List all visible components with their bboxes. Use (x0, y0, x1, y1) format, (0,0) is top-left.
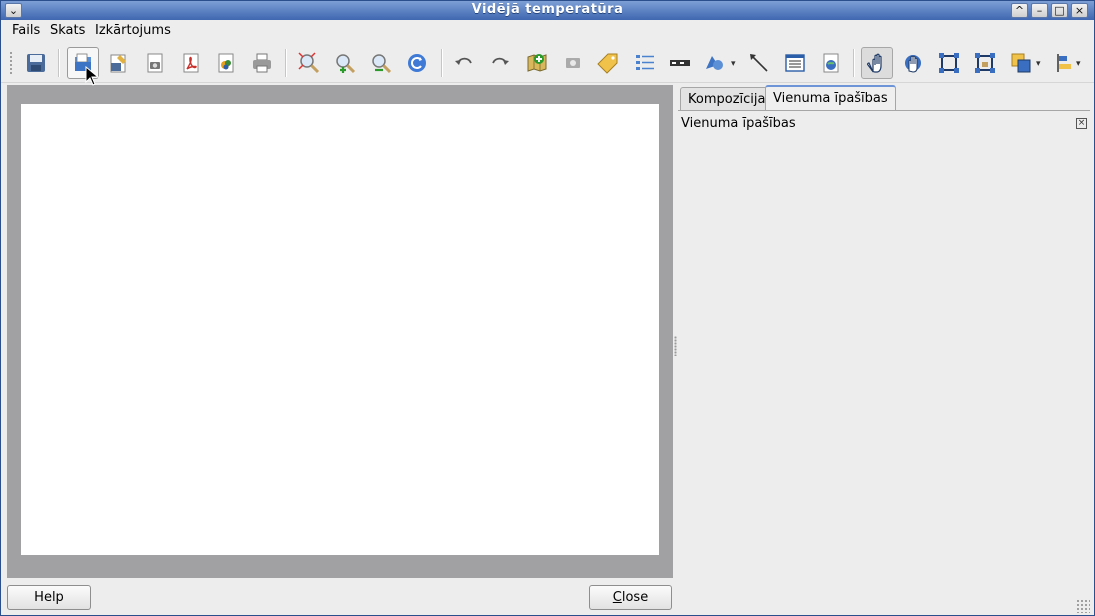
menu-izkartojums[interactable]: Izkārtojums (95, 23, 171, 38)
zoom-out-icon (372, 54, 392, 74)
toolbar-separator (58, 49, 60, 77)
toolbar: ▾ ▾ ▾ (1, 43, 1094, 83)
menu-fails[interactable]: Fails (12, 23, 40, 38)
select-move-button[interactable] (861, 47, 893, 79)
add-html-button[interactable] (815, 47, 847, 79)
add-label-button[interactable] (592, 47, 624, 79)
refresh-icon (408, 54, 426, 72)
tab-kompozicija[interactable]: Kompozīcija (680, 87, 774, 111)
export-svg-button[interactable] (210, 47, 242, 79)
window-close-button[interactable]: × (1071, 3, 1088, 18)
toolbar-grip[interactable] (9, 51, 13, 75)
add-scalebar-icon (670, 60, 690, 66)
add-map-button[interactable] (521, 47, 553, 79)
zoom-full-icon (298, 52, 320, 74)
move-content-button[interactable] (897, 47, 929, 79)
print-button[interactable] (246, 47, 278, 79)
right-dock: Kompozīcija Vienuma īpašības Vienuma īpa… (678, 85, 1090, 605)
composition-canvas[interactable] (7, 85, 673, 578)
export-svg-icon (218, 53, 234, 73)
add-image-button[interactable] (557, 47, 589, 79)
chevron-down-icon[interactable]: ▾ (1076, 59, 1081, 69)
ungroup-icon (975, 53, 995, 73)
add-arrow-button[interactable] (743, 47, 775, 79)
mouse-cursor-icon (85, 66, 99, 86)
zoom-out-button[interactable] (365, 47, 397, 79)
zoom-full-button[interactable] (293, 47, 325, 79)
close-label-rest: lose (621, 590, 649, 605)
save-icon (27, 54, 45, 72)
export-image-button[interactable] (139, 47, 171, 79)
add-image-icon (566, 58, 580, 68)
raise-lower-icon (1011, 53, 1031, 73)
zoom-in-button[interactable] (329, 47, 361, 79)
chevron-up-icon: ^ (1014, 4, 1025, 17)
window-title: Vidējā temperatūra (471, 2, 624, 17)
help-button[interactable]: Help (7, 585, 91, 610)
toolbar-separator (285, 49, 287, 77)
menu-bar: Fails Skats Izkārtojums (1, 20, 1094, 42)
minimize-icon: – (1036, 4, 1043, 17)
add-legend-icon (636, 55, 654, 70)
add-legend-button[interactable] (629, 47, 661, 79)
redo-icon (492, 57, 509, 65)
chevron-down-icon[interactable]: ▾ (731, 59, 736, 69)
shade-button[interactable]: ^ (1011, 3, 1028, 18)
print-icon (253, 53, 271, 73)
undo-icon (455, 57, 472, 65)
toolbar-separator (853, 49, 855, 77)
minimize-button[interactable]: – (1031, 3, 1048, 18)
add-scalebar-button[interactable] (664, 47, 696, 79)
page-paper[interactable] (21, 104, 659, 555)
save-template-icon (110, 54, 126, 73)
add-shape-button[interactable] (699, 47, 731, 79)
maximize-icon: □ (1054, 4, 1065, 17)
add-table-button[interactable] (779, 47, 811, 79)
maximize-button[interactable]: □ (1051, 3, 1068, 18)
toolbar-separator (441, 49, 443, 77)
tab-vienuma-ipasibas[interactable]: Vienuma īpašības (765, 85, 896, 111)
panel-title: Vienuma īpašības (681, 116, 796, 131)
raise-lower-button[interactable] (1005, 47, 1037, 79)
save-template-button[interactable] (102, 47, 134, 79)
panel-close-button[interactable]: × (1076, 118, 1087, 129)
title-bar[interactable]: ⌄ Vidējā temperatūra ^ – □ × (1, 1, 1094, 20)
close-mnemonic: C (612, 590, 622, 605)
close-button[interactable]: Close (589, 585, 672, 610)
export-image-icon (147, 53, 163, 73)
group-button[interactable] (933, 47, 965, 79)
redo-button[interactable] (484, 47, 516, 79)
align-icon (1057, 54, 1071, 72)
close-icon: × (1077, 118, 1086, 128)
export-pdf-button[interactable] (175, 47, 207, 79)
close-icon: × (1074, 4, 1085, 17)
menu-skats[interactable]: Skats (50, 23, 85, 38)
add-table-icon (785, 54, 805, 72)
add-label-icon (597, 53, 618, 74)
add-arrow-icon (750, 54, 768, 72)
zoom-in-icon (336, 54, 356, 74)
export-pdf-icon (183, 53, 199, 73)
select-move-icon (866, 53, 882, 73)
save-button[interactable] (20, 47, 52, 79)
ungroup-button[interactable] (969, 47, 1001, 79)
move-content-icon (905, 55, 921, 73)
add-html-icon (823, 53, 839, 73)
add-shape-icon (706, 56, 723, 70)
chevron-down-icon[interactable]: ▾ (1036, 59, 1041, 69)
composer-window: ⌄ Vidējā temperatūra ^ – □ × Fails Skats… (0, 0, 1095, 616)
dock-splitter[interactable] (674, 336, 677, 356)
resize-grip[interactable] (1076, 599, 1090, 613)
item-properties-panel: Vienuma īpašības × (678, 110, 1090, 605)
group-icon (939, 53, 959, 73)
refresh-button[interactable] (401, 47, 433, 79)
undo-button[interactable] (448, 47, 480, 79)
add-map-icon (527, 54, 547, 72)
